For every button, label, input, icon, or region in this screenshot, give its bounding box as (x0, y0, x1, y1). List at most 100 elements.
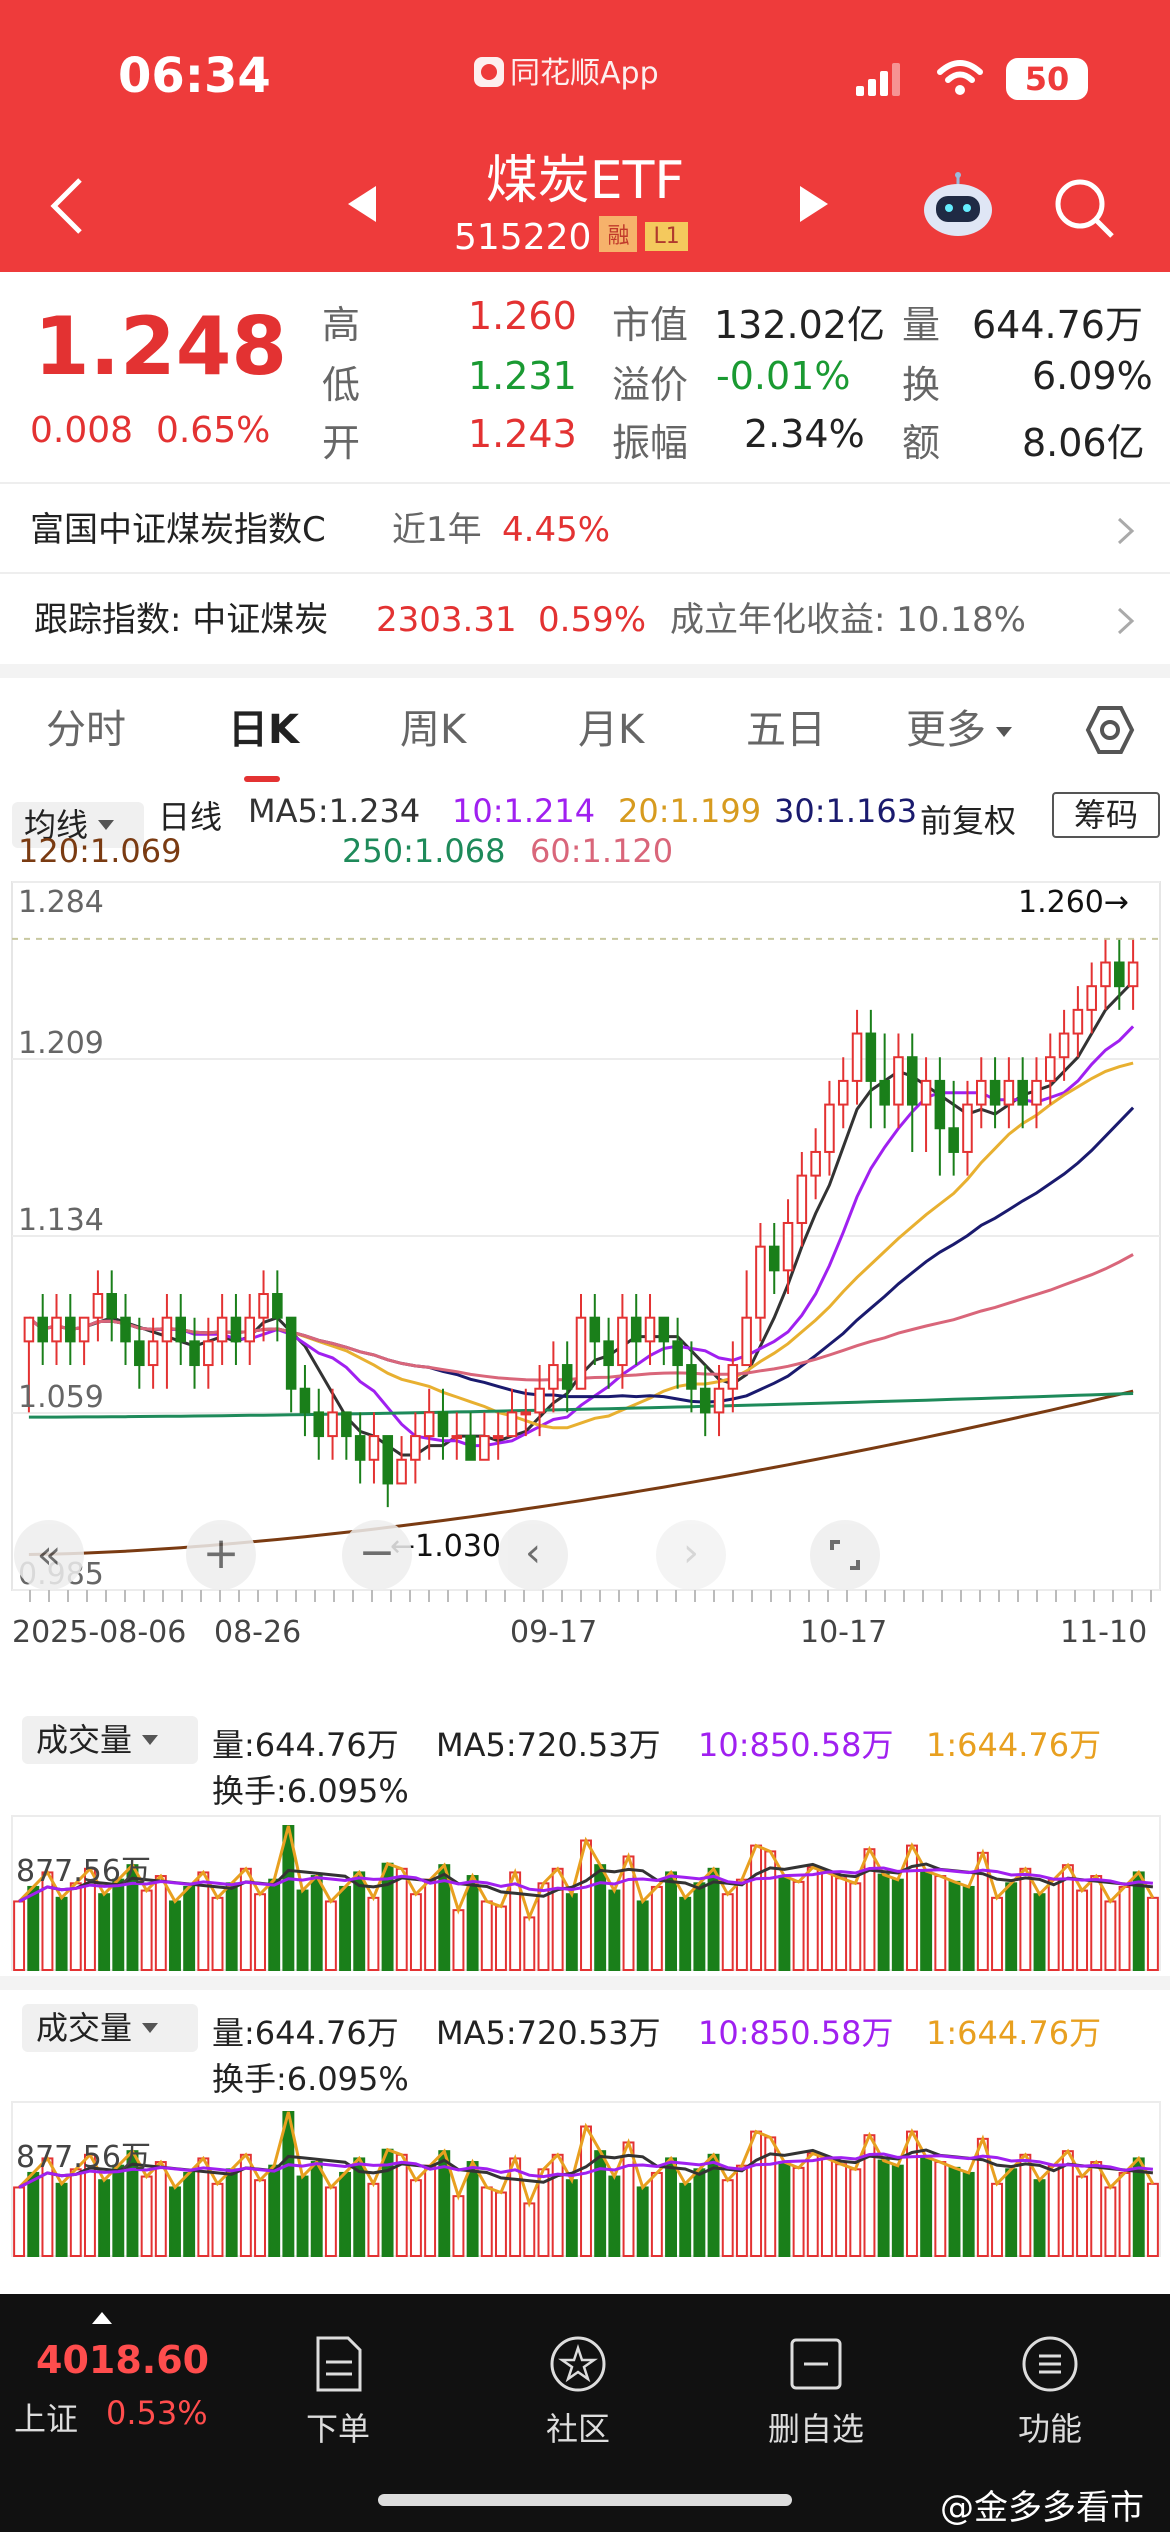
fullscreen-icon (830, 1540, 860, 1570)
volume-bar (735, 2164, 748, 2257)
settings-icon[interactable] (1084, 704, 1136, 756)
volume-selector[interactable]: 成交量 (22, 1716, 198, 1764)
turnover-rate: 换手:6.095% (212, 2060, 409, 2098)
candle (934, 1079, 946, 1130)
zoom-in-button[interactable]: + (186, 1520, 256, 1590)
ma10-value: 10:1.214 (452, 792, 596, 830)
volume-legend-2: 成交量 量:644.76万 MA5:720.53万 10:850.58万 1:6… (0, 1996, 1170, 2098)
candle (368, 1435, 380, 1461)
candle (879, 1079, 890, 1106)
index-price[interactable]: 4018.60 (36, 2338, 209, 2382)
candle (382, 1435, 394, 1485)
nav-order[interactable]: 下单 (268, 2334, 408, 2450)
amplitude-value: 2.34% (744, 412, 865, 456)
tab-timeshare[interactable]: 分时 (46, 690, 126, 770)
volume-bar (1118, 2171, 1131, 2257)
volume-bar (806, 2152, 819, 2257)
tab-daily-k[interactable]: 日K (228, 690, 299, 770)
fullscreen-button[interactable] (810, 1520, 880, 1590)
volume-bar (849, 1882, 862, 1971)
volume-bar (721, 1893, 734, 1971)
turnover-label: 换 (902, 363, 941, 407)
stock-code-row: 515220 融 L1 (454, 216, 688, 258)
volume-selector[interactable]: 成交量 (22, 2004, 198, 2052)
nav-remove-watchlist[interactable]: 删自选 (746, 2334, 886, 2450)
candle (796, 1174, 808, 1224)
volume-ref-2: 877.56万 (16, 2140, 151, 2175)
volume-bar (991, 2182, 1003, 2257)
ma60-value: 60:1.120 (530, 832, 674, 870)
candle (1017, 1079, 1028, 1106)
volume-bar (906, 1844, 918, 1972)
tab-five-day[interactable]: 五日 (746, 690, 826, 770)
volume-bar (69, 1882, 82, 1971)
volume-bar (820, 2157, 833, 2257)
nav-functions[interactable]: 功能 (980, 2334, 1120, 2450)
candle (575, 1316, 587, 1390)
volume-bar (225, 1882, 238, 1971)
volume-bar (254, 1893, 266, 1971)
y-tick-label: 1.284 (18, 885, 104, 920)
volume-bar (211, 1896, 224, 1971)
rewind-button[interactable]: « (14, 1520, 84, 1590)
candle (851, 1032, 863, 1082)
volume-bar (395, 2153, 408, 2257)
volume-bar (27, 2171, 40, 2257)
candle (37, 1316, 48, 1343)
candle (451, 1435, 463, 1440)
volume-chart-1[interactable] (0, 1810, 1170, 1976)
index-name: 上证 (14, 2400, 79, 2438)
search-icon[interactable] (1052, 176, 1116, 240)
volume-bar (55, 1896, 68, 1971)
volume-bar (1005, 1882, 1018, 1971)
moving-average-lines (27, 980, 1135, 1556)
candlestick-chart[interactable]: 1.2841.2091.1341.0590.9852025-08-0608-26… (0, 868, 1170, 1648)
volume-bar (424, 2164, 437, 2257)
expand-up-icon[interactable] (92, 2312, 112, 2324)
scroll-left-button[interactable]: ‹ (498, 1520, 568, 1590)
volume-bar (523, 1916, 536, 1971)
candle (520, 1411, 532, 1416)
volume-bar (154, 1875, 167, 1971)
scroll-right-button[interactable]: › (656, 1520, 726, 1590)
candle (741, 1316, 752, 1367)
volume-bar (1033, 1893, 1046, 1971)
tab-more[interactable]: 更多 (906, 690, 1012, 770)
tab-weekly-k[interactable]: 周K (400, 690, 466, 770)
volume-bar (409, 1893, 422, 1971)
volume-bar (778, 2161, 791, 2257)
adjust-mode[interactable]: 前复权 (920, 796, 1016, 842)
volume-bar (495, 2191, 507, 2257)
chip-distribution-button[interactable]: 筹码 (1052, 792, 1160, 838)
candle (962, 1103, 973, 1153)
volume-bar (1104, 2186, 1117, 2257)
volume-bar (395, 1867, 408, 1971)
ma30-value: 30:1.163 (774, 792, 918, 830)
fund-period: 近1年 (392, 510, 482, 550)
candle (755, 1245, 766, 1319)
nav-community[interactable]: 社区 (508, 2334, 648, 2450)
tab-monthly-k[interactable]: 月K (578, 690, 644, 770)
volume-bar (565, 1893, 578, 1971)
candle (1086, 985, 1097, 1011)
volume-bar (367, 1896, 380, 1971)
candle (782, 1221, 794, 1272)
candle (506, 1411, 518, 1438)
app-name: 同花顺App (510, 56, 659, 91)
robot-assistant-icon[interactable] (920, 172, 996, 238)
zoom-out-button[interactable]: − (342, 1520, 412, 1590)
volume-bar (778, 1875, 791, 1971)
volume-bar (891, 1878, 904, 1971)
candle (244, 1316, 256, 1343)
y-tick-label: 1.209 (18, 1026, 104, 1061)
change-value: 0.008 (30, 410, 134, 451)
axis-labels: 1.2841.2091.1341.0590.9852025-08-0608-26… (12, 885, 1160, 1648)
volume-bar (650, 1885, 663, 1971)
fund-link-row[interactable]: 富国中证煤炭指数C 近1年 4.45% (0, 482, 1170, 574)
premium-value: -0.01% (716, 354, 851, 398)
volume-bar (608, 2175, 621, 2257)
dropdown-arrow-icon (996, 727, 1012, 737)
tracking-index-row[interactable]: 跟踪指数: 中证煤炭 2303.31 0.59% 成立年化收益: 10.18% (0, 572, 1170, 664)
candle (258, 1293, 269, 1319)
volume-chart-2[interactable] (0, 2096, 1170, 2262)
